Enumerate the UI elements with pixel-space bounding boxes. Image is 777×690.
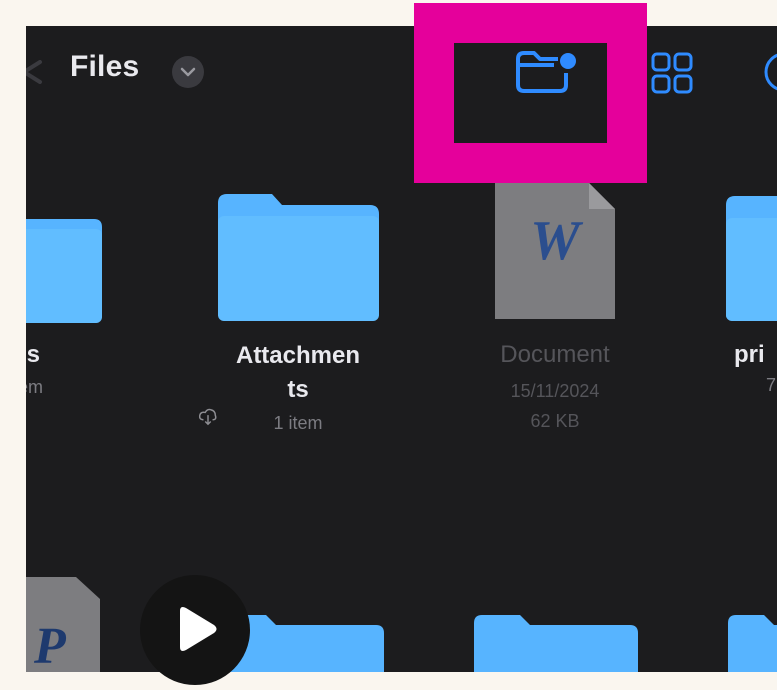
item-meta: item	[26, 377, 43, 397]
grid-view-icon	[651, 52, 693, 94]
item-size: 62 KB	[530, 411, 580, 431]
page-title: Files	[70, 50, 140, 83]
document-glyph: W	[530, 210, 580, 272]
folder-icon	[26, 219, 102, 323]
folder-icon	[726, 196, 777, 321]
folder-item[interactable]: pri 7	[706, 191, 777, 471]
files-app-screen: Files ps	[26, 26, 777, 672]
folder-icon	[728, 615, 777, 672]
folder-item[interactable]	[724, 611, 777, 672]
folder-item[interactable]	[470, 611, 640, 672]
title-menu-button[interactable]	[172, 56, 204, 88]
document-item[interactable]: P	[26, 577, 136, 672]
grid-view-button[interactable]	[650, 51, 694, 95]
play-button[interactable]	[140, 575, 250, 685]
folder-item[interactable]: ps item	[26, 203, 126, 483]
folder-icon	[474, 615, 638, 672]
more-options-button[interactable]	[762, 50, 777, 94]
document-item[interactable]: W Document 15/11/2024 62 KB	[455, 181, 655, 481]
highlight-box	[414, 3, 647, 183]
folder-item-attachments[interactable]: Attachmen ts 1 item	[198, 189, 398, 489]
more-options-icon	[764, 53, 777, 91]
item-name: pri	[734, 341, 765, 368]
item-name: Document	[500, 341, 610, 368]
chevron-down-icon	[180, 67, 196, 77]
back-chevron-icon[interactable]	[26, 60, 50, 84]
item-meta: 1 item	[273, 413, 323, 433]
folder-icon	[218, 194, 379, 321]
item-meta: 7	[766, 375, 777, 395]
play-icon	[180, 607, 217, 651]
item-date: 15/11/2024	[510, 381, 600, 401]
document-glyph: P	[34, 618, 66, 672]
